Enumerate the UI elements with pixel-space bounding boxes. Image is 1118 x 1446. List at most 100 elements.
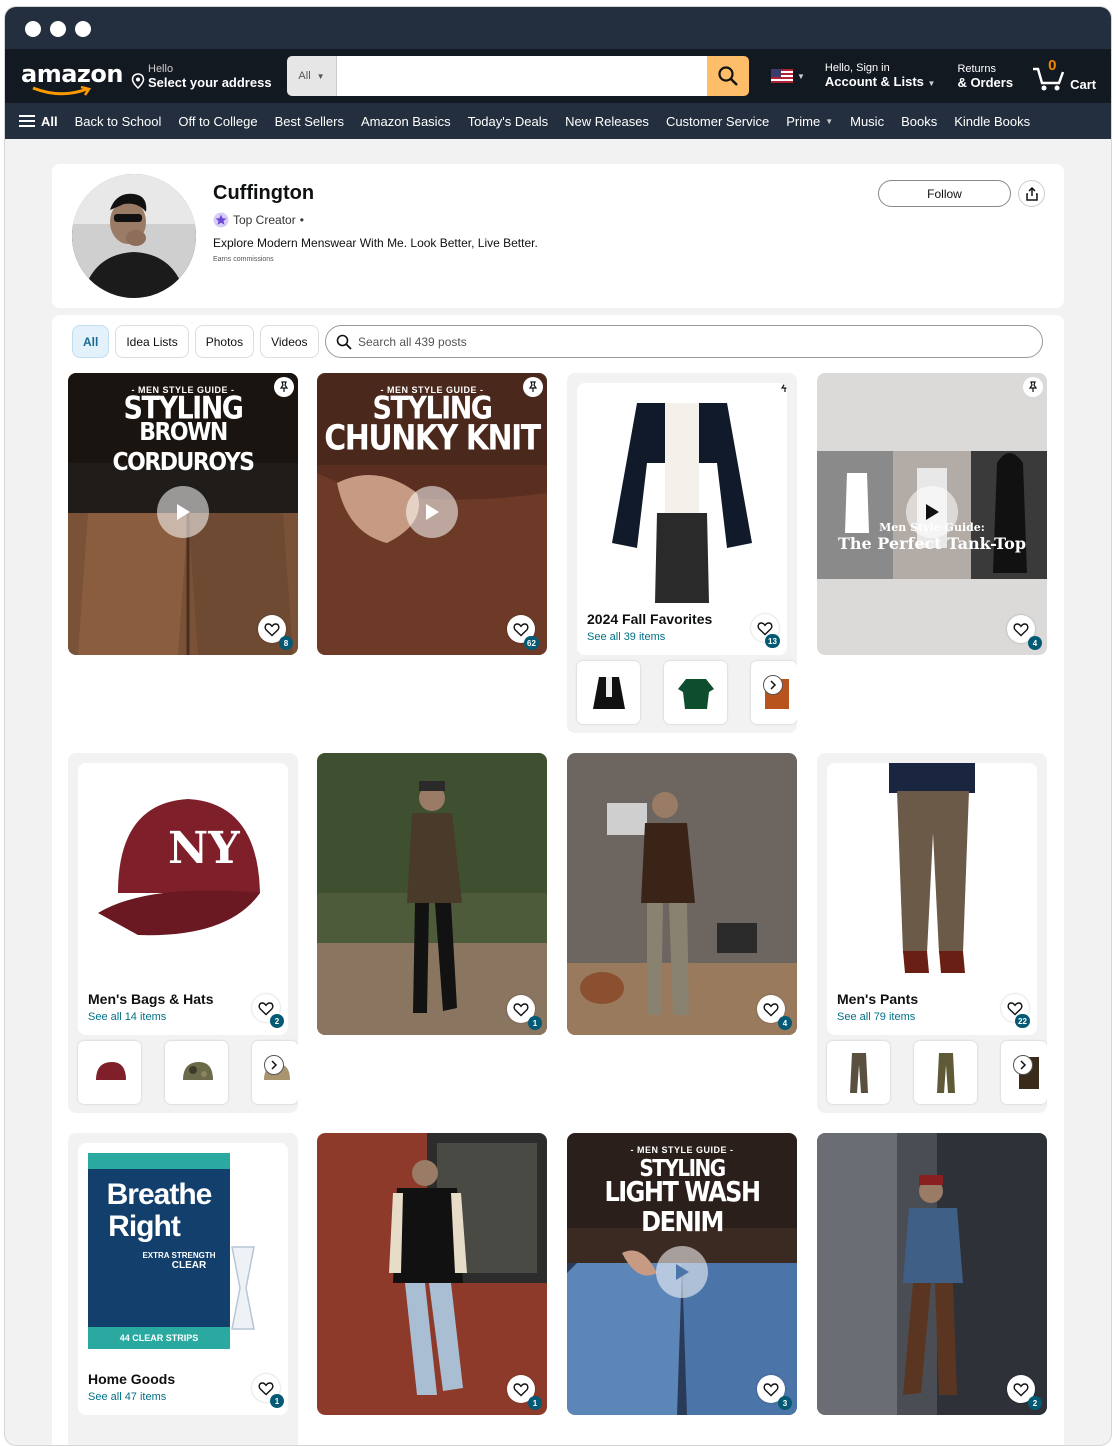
post-card[interactable]: - MEN STYLE GUIDE - STYLING BROWN CORDUR… — [68, 373, 298, 655]
product-thumbs — [827, 1041, 1047, 1105]
list-preview: Breathe Right EXTRA STRENGTH CLEAR 44 CL… — [78, 1143, 288, 1415]
post-image: - MEN STYLE GUIDE - STYLING LIGHT WASH D… — [567, 1133, 797, 1415]
post-card[interactable]: 1 — [317, 753, 547, 1035]
deliver-hello: Hello — [148, 62, 174, 75]
subnav-off-to-college[interactable]: Off to College — [178, 114, 257, 129]
play-button[interactable] — [906, 486, 958, 538]
subnav-customer-service[interactable]: Customer Service — [666, 114, 769, 129]
next-thumbs-button[interactable] — [1013, 1055, 1033, 1075]
subnav-prime[interactable]: Prime ▼ — [786, 114, 833, 129]
item-count-badge: 3 — [778, 1396, 792, 1410]
product-thumb[interactable] — [751, 661, 797, 724]
post-card[interactable]: 2 — [817, 1133, 1047, 1415]
product-thumb[interactable] — [664, 661, 727, 724]
idea-list-card[interactable]: Men's Pants See all 79 items 22 — [817, 753, 1047, 1113]
product-thumb[interactable] — [577, 661, 640, 724]
subnav-new-releases[interactable]: New Releases — [565, 114, 649, 129]
pin-button[interactable] — [523, 377, 543, 397]
ny-cap-photo: NY — [78, 763, 288, 983]
star-badge-icon — [213, 212, 229, 228]
subnav-todays-deals[interactable]: Today's Deals — [468, 114, 549, 129]
search-input[interactable] — [337, 56, 707, 96]
play-button[interactable] — [406, 486, 458, 538]
share-button[interactable] — [1018, 180, 1045, 207]
product-thumb[interactable] — [914, 1041, 977, 1104]
item-count-badge: 2 — [1028, 1396, 1042, 1410]
avatar-photo — [72, 174, 196, 298]
feed-search[interactable]: Search all 439 posts — [325, 325, 1043, 358]
nasal-strip-image — [231, 1246, 255, 1330]
avatar[interactable] — [72, 174, 196, 298]
logo-text: amazon — [21, 60, 123, 88]
item-count-badge: 13 — [765, 634, 780, 648]
subnav-music[interactable]: Music — [850, 114, 884, 129]
window-zoom-dot[interactable] — [75, 21, 91, 37]
amazon-logo[interactable]: amazon — [19, 56, 123, 96]
feed-tabs: All Idea Lists Photos Videos — [72, 325, 325, 358]
post-card[interactable]: - MEN STYLE GUIDE - STYLING LIGHT WASH D… — [567, 1133, 797, 1415]
tab-all[interactable]: All — [72, 325, 110, 358]
product-box: Breathe Right EXTRA STRENGTH CLEAR 44 CL… — [88, 1153, 230, 1349]
product-thumb[interactable] — [827, 1041, 890, 1104]
see-all-link[interactable]: See all 39 items — [587, 631, 665, 643]
subnav-best-sellers[interactable]: Best Sellers — [275, 114, 344, 129]
jacket-image — [592, 676, 625, 709]
deliver-to[interactable]: Hello Select your address — [131, 63, 281, 90]
subnav-back-to-school[interactable]: Back to School — [75, 114, 162, 129]
product-thumb[interactable] — [1001, 1041, 1047, 1104]
window-close-dot[interactable] — [25, 21, 41, 37]
idea-list-card[interactable]: NY Men's Bags & Hats See all 14 items 2 — [68, 753, 298, 1113]
tab-photos[interactable]: Photos — [194, 325, 255, 358]
subnav-kindle-books[interactable]: Kindle Books — [954, 114, 1030, 129]
idea-list-card[interactable]: Breathe Right EXTRA STRENGTH CLEAR 44 CL… — [68, 1133, 298, 1445]
product-thumb[interactable] — [252, 1041, 298, 1104]
see-all-link[interactable]: See all 47 items — [88, 1391, 166, 1403]
window-minimize-dot[interactable] — [50, 21, 66, 37]
guide-title-line2: CHUNKY KNIT — [324, 418, 541, 459]
play-button[interactable] — [157, 486, 209, 538]
tab-videos[interactable]: Videos — [260, 325, 319, 358]
language-selector[interactable]: ▼ — [771, 69, 805, 83]
search-category-select[interactable]: All ▼ — [287, 56, 337, 96]
hamburger-icon — [19, 115, 35, 127]
list-title: Men's Bags & Hats — [88, 991, 214, 1007]
outfit-photo — [317, 753, 547, 1035]
follow-button[interactable]: Follow — [878, 180, 1011, 207]
subnav-books[interactable]: Books — [901, 114, 937, 129]
prime-label: Prime — [786, 113, 821, 129]
subnav-amazon-basics[interactable]: Amazon Basics — [361, 114, 451, 129]
product-thumb[interactable] — [165, 1041, 228, 1104]
post-card[interactable]: - MEN STYLE GUIDE - STYLING CHUNKY KNIT … — [317, 373, 547, 655]
list-preview: 2024 Fall Favorites See all 39 items 13 — [577, 383, 787, 655]
next-thumbs-button[interactable] — [763, 675, 783, 695]
pin-button[interactable] — [1023, 377, 1043, 397]
post-card[interactable]: 4 — [567, 753, 797, 1035]
see-all-link[interactable]: See all 79 items — [837, 1011, 915, 1023]
product-thumb[interactable] — [78, 1041, 141, 1104]
returns-orders[interactable]: Returns & Orders — [957, 63, 1013, 90]
box-top-band — [88, 1153, 230, 1169]
feed-search-placeholder: Search all 439 posts — [358, 334, 467, 349]
item-count-badge: 22 — [1015, 1014, 1030, 1028]
post-card[interactable]: Men Style Guide: The Perfect Tank-Top 4 — [817, 373, 1047, 655]
pin-icon — [279, 381, 289, 392]
cart-button[interactable]: 0 Cart — [1031, 57, 1101, 93]
search-button[interactable] — [707, 56, 749, 96]
product-thumbs — [577, 661, 797, 725]
search-bar: All ▼ — [287, 56, 749, 96]
account-lists[interactable]: Hello, Sign in Account & Lists ▼ — [825, 62, 936, 91]
all-menu-button[interactable]: All — [19, 114, 58, 129]
post-card[interactable]: 1 — [317, 1133, 547, 1415]
post-image: 2 — [817, 1133, 1047, 1415]
next-thumbs-button[interactable] — [264, 1055, 284, 1075]
item-count-badge: 4 — [1028, 636, 1042, 650]
pin-button[interactable] — [274, 377, 294, 397]
play-button[interactable] — [656, 1246, 708, 1298]
cap-image — [95, 1061, 126, 1080]
see-all-link[interactable]: See all 14 items — [88, 1011, 166, 1023]
creator-profile: Cuffington Top Creator • Explore Modern … — [52, 164, 1064, 308]
creator-name: Cuffington — [213, 182, 315, 204]
tab-idea-lists[interactable]: Idea Lists — [115, 325, 189, 358]
top-creator-badge: Top Creator • — [213, 212, 304, 228]
idea-list-card[interactable]: 2024 Fall Favorites See all 39 items 13 — [567, 373, 797, 733]
